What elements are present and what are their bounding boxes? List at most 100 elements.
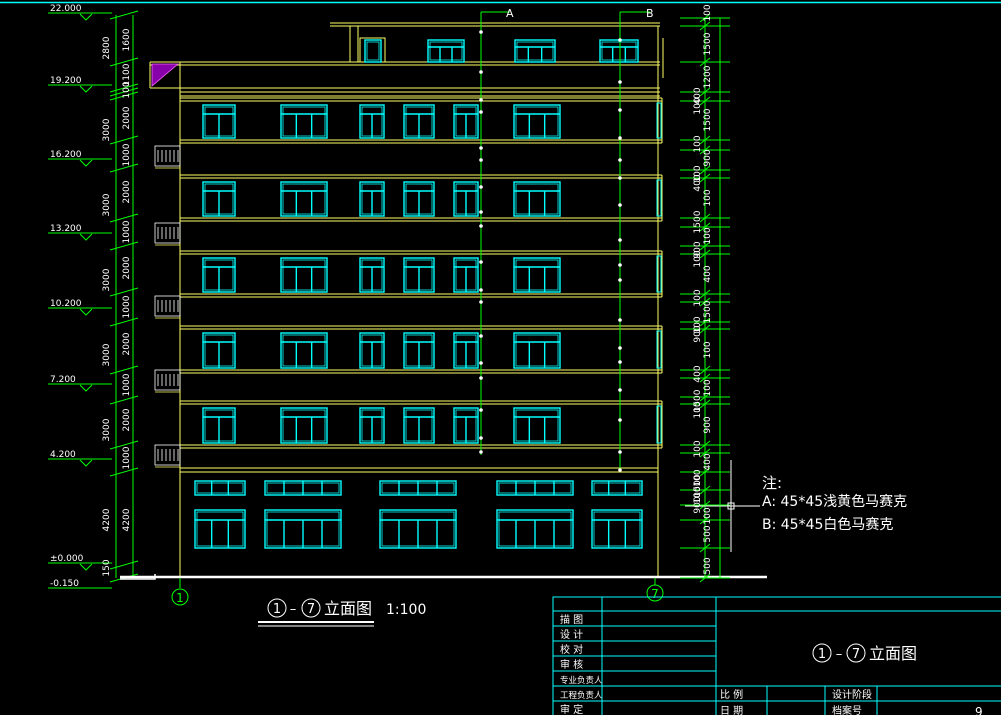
left-dim-inner: 2000 [122,256,132,279]
right-dim: 1500 [703,300,713,323]
tb-row-label: 工程负责人 [560,690,603,701]
right-dim: 100 [693,289,703,306]
marker-dot [479,436,483,440]
right-dim: 1500 [693,210,703,233]
left-dim-outer: 3000 [102,268,112,291]
right-dim: 900 [703,416,713,433]
right-dim: 900 [693,496,703,513]
svg-text:7: 7 [307,602,315,617]
right-dim: 400 [693,365,703,382]
right-dim: 500 [703,525,713,542]
left-dim-inner: 2000 [122,332,132,355]
right-dim: 400 [703,265,713,282]
marker-dot [618,318,622,322]
tb-row-label: 审 定 [560,703,583,715]
marker-dot [618,418,622,422]
marker-dot [618,203,622,207]
left-dim-outer: 150 [102,559,112,576]
right-dim: 100 [693,401,703,418]
marker-dot [618,346,622,350]
left-dim-inner: 1000 [122,220,132,243]
right-dim: 100 [703,189,713,206]
marker-dot [618,80,622,84]
marker-dot [479,288,483,292]
tb-label-archive: 档案号 [832,704,862,715]
marker-dot [479,260,483,264]
notes-line-a: A: 45*45浅黄色马赛克 [762,493,907,510]
left-dim-outer: 3000 [102,193,112,216]
marker-dot [479,98,483,102]
marker-dot [479,210,483,214]
right-dim: 100 [693,97,703,114]
marker-b: B [646,7,654,20]
marker-dot [479,146,483,150]
svg-text:立面图: 立面图 [869,644,917,663]
right-dim: 900 [703,149,713,166]
right-dim: 100 [703,341,713,358]
right-dim: 900 [693,325,703,342]
marker-dot [618,238,622,242]
left-dim-outer: 3000 [102,418,112,441]
right-dim: 100 [693,440,703,457]
left-dim-inner: 100 [122,81,132,98]
marker-dot [479,450,483,454]
marker-dot [618,263,622,267]
left-dim-outer: 3000 [102,118,112,141]
right-dim: 400 [693,174,703,191]
left-dim-inner: 1000 [122,143,132,166]
tb-row-label: 审 核 [560,658,583,671]
marker-dot [618,468,622,472]
svg-text:–: – [836,647,843,662]
axis-label-1: 1 [176,591,184,605]
left-dim-inner: 2000 [122,408,132,431]
notes-line-b: B: 45*45白色马赛克 [762,516,893,533]
right-dim: 100 [703,379,713,396]
right-dim: 100 [703,4,713,21]
right-dim: 100 [703,227,713,244]
right-dim: 500 [703,557,713,574]
svg-text:1:100: 1:100 [386,602,426,618]
marker-dot [479,408,483,412]
marker-dot [479,70,483,74]
marker-dot [618,360,622,364]
tb-row-label: 描 图 [560,613,583,626]
right-dim: 1500 [703,32,713,55]
right-dim: 1200 [703,65,713,88]
tb-row-label: 设 计 [560,628,583,641]
tb-label-date: 日 期 [720,705,743,715]
tb-row-label: 校 对 [560,643,583,656]
marker-dot [618,136,622,140]
right-dim: 100 [703,507,713,524]
right-dim: 400 [703,453,713,470]
svg-text:立面图: 立面图 [324,599,372,618]
tb-sheet-num: 9 [975,705,983,715]
svg-text:–: – [290,602,297,617]
tb-row-label: 专业负责人 [560,675,603,686]
notes-title: 注: [762,474,782,492]
left-dim-outer: 2800 [102,36,112,59]
marker-dot [479,300,483,304]
marker-dot [479,185,483,189]
left-dim-outer: 4200 [102,508,112,531]
tb-label-stage: 设计阶段 [832,688,872,701]
left-dim-inner: 1600 [122,28,132,51]
svg-text:1: 1 [273,602,281,617]
marker-dot [618,450,622,454]
left-dim-inner: 4200 [122,508,132,531]
marker-dot [618,38,622,42]
axis-label-7: 7 [651,587,659,601]
left-dim-inner: 1000 [122,446,132,469]
left-dim-inner: 2000 [122,106,132,129]
left-dim-inner: 1000 [122,295,132,318]
marker-dot [479,361,483,365]
marker-dot [479,110,483,114]
elevation-drawing: 22.00019.20016.20013.20010.2007.2004.200… [0,0,1001,715]
marker-dot [618,158,622,162]
right-dim: 100 [693,135,703,152]
svg-text:7: 7 [852,647,860,662]
marker-dot [618,108,622,112]
marker-dot [618,388,622,392]
marker-dot [479,334,483,338]
marker-dot [479,158,483,162]
right-dim: 100 [693,250,703,267]
